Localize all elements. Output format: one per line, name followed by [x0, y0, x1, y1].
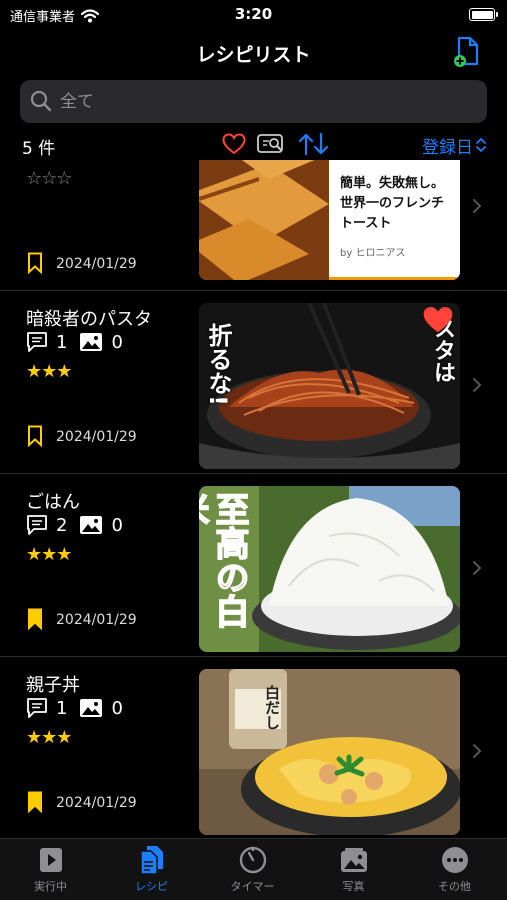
filter-search-icon[interactable] [256, 132, 286, 156]
search-bar[interactable] [20, 80, 487, 123]
sort-order-arrows-icon[interactable] [297, 132, 331, 156]
bookmark-icon[interactable] [27, 252, 43, 274]
chevron-right-icon[interactable] [472, 198, 482, 214]
page-title: レシピリスト [196, 44, 311, 66]
thumb-caption-line: トースト [340, 216, 392, 231]
thumb-caption: 白だし [263, 685, 281, 730]
document-icon [139, 846, 163, 875]
search-input[interactable] [60, 80, 460, 123]
photo-icon [80, 699, 103, 717]
comment-icon [27, 698, 47, 718]
tab-photos[interactable]: 写真 [303, 845, 404, 894]
thumb-caption-left: 折るな! [204, 323, 232, 406]
tab-recipes[interactable]: レシピ [101, 845, 202, 894]
status-bar: 通信事業者 3:20 [0, 0, 507, 30]
rating-stars: ★★★ [26, 544, 72, 565]
tab-timer[interactable]: タイマー [202, 845, 303, 894]
favorite-filter-heart-icon[interactable] [222, 133, 246, 155]
thumb-caption: 至高の白米 [199, 491, 250, 629]
photo-count: 0 [111, 331, 123, 353]
photo-count: 0 [111, 514, 123, 536]
battery-icon [469, 8, 498, 21]
recipe-date: 2024/01/29 [56, 612, 137, 628]
recipe-date: 2024/01/29 [56, 429, 137, 445]
chevron-right-icon[interactable] [472, 377, 482, 393]
timer-icon [239, 846, 266, 874]
chevron-up-down-icon[interactable] [475, 137, 487, 153]
tab-label: 実行中 [34, 880, 67, 893]
recipe-counts: 1 0 [26, 697, 135, 719]
thumb-caption-line: 世界一のフレンチ [340, 196, 445, 211]
recipe-date: 2024/01/29 [56, 795, 137, 811]
photo-icon [80, 516, 103, 534]
comment-icon [27, 515, 47, 535]
comment-count: 1 [56, 331, 68, 353]
more-icon [441, 847, 468, 873]
recipe-thumbnail: 簡単。失敗無し。 世界一のフレンチ トースト by ヒロニアス [199, 160, 460, 280]
recipe-thumbnail: 折るな! スタは [199, 303, 460, 469]
sort-key-selector[interactable]: 登録日 [422, 133, 473, 158]
play-icon [39, 848, 62, 872]
recipe-row[interactable]: 親子丼 1 0 ★★★ 2024/01/29 白だし [0, 657, 507, 838]
tab-label: レシピ [135, 880, 168, 893]
recipe-title: 親子丼 [26, 675, 80, 696]
photo-count: 0 [111, 697, 123, 719]
recipe-count: 5 件 [22, 139, 56, 159]
bookmark-icon[interactable] [27, 425, 43, 447]
rating-stars: ☆☆☆ [26, 168, 72, 189]
favorite-heart-icon[interactable] [421, 305, 455, 335]
recipe-date: 2024/01/29 [56, 256, 137, 272]
bookmark-filled-icon[interactable] [27, 608, 43, 630]
photo-icon [340, 848, 367, 872]
recipe-title: ごはん [26, 492, 80, 513]
thumb-caption-line: 簡単。失敗無し。 [340, 176, 445, 191]
comment-count: 1 [56, 697, 68, 719]
recipe-counts: 2 0 [26, 514, 135, 536]
list-toolbar: 5 件 登録日 [0, 130, 507, 160]
chevron-right-icon[interactable] [472, 743, 482, 759]
photo-icon [80, 333, 103, 351]
recipe-thumbnail: 白だし [199, 669, 460, 835]
search-icon [30, 90, 52, 112]
recipe-counts: 1 0 [26, 331, 135, 353]
recipe-row[interactable]: ☆☆☆ 2024/01/29 簡単。失敗無し。 世界一のフレンチ トースト by… [0, 160, 507, 290]
comment-icon [27, 332, 47, 352]
tab-label: タイマー [230, 880, 275, 893]
thumb-credit: by ヒロニアス [340, 248, 406, 259]
chevron-right-icon[interactable] [472, 560, 482, 576]
rating-stars: ★★★ [26, 361, 72, 382]
bookmark-filled-icon[interactable] [27, 791, 43, 813]
recipe-title: 暗殺者のパスタ [26, 309, 152, 330]
tab-label: 写真 [342, 880, 365, 893]
french-toast-image [199, 160, 329, 280]
tab-running[interactable]: 実行中 [0, 845, 101, 894]
tab-bar: 実行中 レシピ タイマー 写真 その他 [0, 838, 507, 900]
clock: 3:20 [234, 5, 273, 23]
comment-count: 2 [56, 514, 68, 536]
recipe-row[interactable]: 暗殺者のパスタ 1 0 ★★★ 2024/01/29 折るな! スタは [0, 291, 507, 473]
recipe-list[interactable]: ☆☆☆ 2024/01/29 簡単。失敗無し。 世界一のフレンチ トースト by… [0, 160, 507, 838]
recipe-row[interactable]: ごはん 2 0 ★★★ 2024/01/29 至高の白 [0, 474, 507, 656]
recipe-thumbnail: 至高の白米 [199, 486, 460, 652]
tab-more[interactable]: その他 [404, 845, 505, 894]
rating-stars: ★★★ [26, 727, 72, 748]
new-recipe-document-icon[interactable] [453, 36, 481, 68]
tab-label: その他 [438, 880, 471, 893]
